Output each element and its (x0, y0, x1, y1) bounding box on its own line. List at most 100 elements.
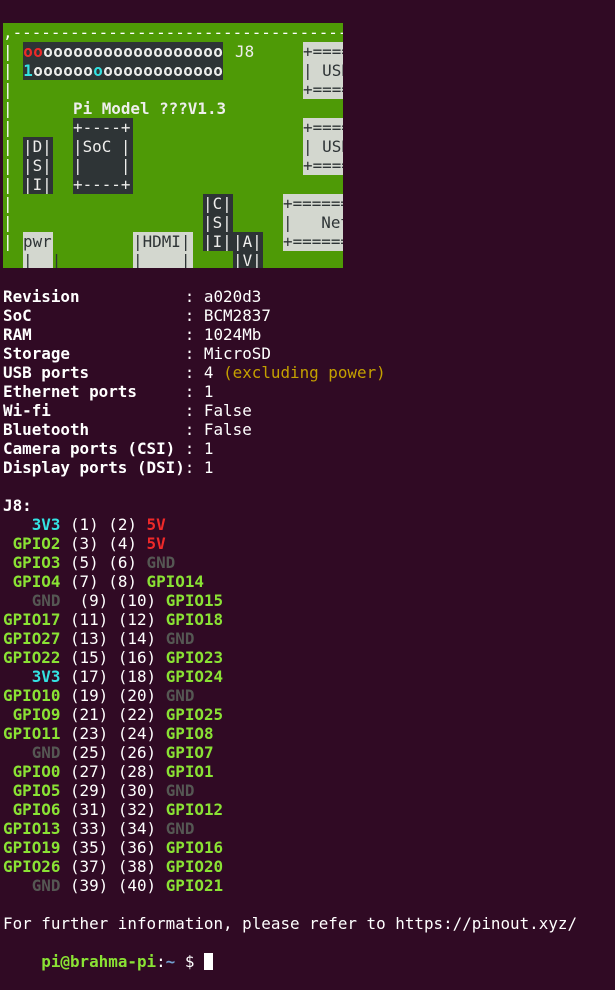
pin-spacer (108, 686, 118, 705)
info-key: Ethernet ports (3, 382, 185, 401)
pin-left-number: (31) (69, 800, 109, 819)
board-left-edge: | (3, 137, 13, 156)
pin-spacer (99, 515, 109, 534)
csi-line: |S| (203, 213, 232, 232)
pin-left-number: (25) (69, 743, 109, 762)
info-value: 1 (203, 458, 214, 477)
pin-spacer (156, 762, 166, 781)
info-value: False (203, 420, 252, 439)
header-pin: o (93, 42, 103, 61)
board-left-edge: | (3, 232, 13, 251)
pin-spacer (156, 743, 166, 762)
pin-spacer (60, 800, 70, 819)
pin-spacer (156, 724, 166, 743)
current-prompt[interactable]: pi@brahma-pi:~ $ (3, 933, 213, 971)
pin-right-name: GPIO23 (165, 648, 224, 667)
info-value: a020d3 (203, 287, 262, 306)
pin-row: GPIO11 (23) (24) GPIO8 (3, 724, 214, 743)
pin-row: GPIO19 (35) (36) GPIO16 (3, 838, 223, 857)
pin-spacer (60, 629, 70, 648)
pin-spacer (60, 553, 70, 572)
header-pin-row-bottom: 1ooooooooooooooooooo (23, 61, 223, 80)
pin-spacer (108, 667, 118, 686)
pin-left-number: (9) (69, 591, 109, 610)
info-row: Bluetooth : False (3, 420, 252, 439)
pin-left-number: (13) (69, 629, 109, 648)
pin-spacer (60, 705, 70, 724)
info-row: USB ports : 4 (excluding power) (3, 363, 386, 382)
info-row: Camera ports (CSI) : 1 (3, 439, 214, 458)
pin-spacer (99, 572, 109, 591)
power-port: pwr | | (23, 232, 61, 268)
header-pin: o (143, 42, 153, 61)
terminal-window[interactable]: pi@brahma-pi:~ $ pinout ,---------------… (0, 0, 615, 971)
info-row: SoC : BCM2837 (3, 306, 271, 325)
pin-spacer (60, 781, 70, 800)
info-separator: : (184, 325, 204, 344)
header-pin: o (183, 61, 193, 80)
pin-left-number: (11) (69, 610, 109, 629)
header-pin: o (133, 42, 143, 61)
pin-right-number: (22) (117, 705, 157, 724)
header-pin: o (213, 42, 223, 61)
pin-right-number: (4) (108, 534, 137, 553)
header-pin: o (173, 61, 183, 80)
pin-spacer (60, 515, 70, 534)
pin-spacer (156, 667, 166, 686)
pin-spacer (60, 591, 70, 610)
pin-row: GPIO9 (21) (22) GPIO25 (3, 705, 224, 724)
pin-left-name: GPIO0 (3, 762, 61, 781)
pin-spacer (60, 724, 70, 743)
info-value: 4 (203, 363, 224, 382)
pin-spacer (137, 515, 147, 534)
info-value: MicroSD (203, 344, 271, 363)
pin-right-name: GND (165, 686, 195, 705)
header-pin: o (183, 42, 193, 61)
pin-spacer (156, 629, 166, 648)
ethernet-port: +======| Net+====== (283, 194, 343, 251)
dsi-line: |D| (23, 137, 52, 156)
header-pin: o (213, 61, 223, 80)
pin-spacer (60, 876, 70, 895)
pin-row: GPIO27 (13) (14) GND (3, 629, 194, 648)
pin-spacer (156, 591, 166, 610)
pin-spacer (60, 572, 70, 591)
pin-right-number: (18) (117, 667, 157, 686)
pin-spacer (60, 743, 70, 762)
gpio-header-j8: oooooooooooooooooooo 1oooooooooooooooooo… (23, 42, 223, 80)
info-row: RAM : 1024Mb (3, 325, 261, 344)
header-pin: o (123, 42, 133, 61)
header-pin: o (153, 61, 163, 80)
header-label: J8 (235, 42, 255, 61)
pin-left-number: (29) (69, 781, 109, 800)
ethernet-line: +====== (283, 232, 343, 251)
pin-right-number: (30) (117, 781, 157, 800)
csi-line: |C| (203, 194, 232, 213)
pin-spacer (60, 857, 70, 876)
dsi-connector: |D| |S| |I| (23, 137, 53, 194)
hdmi-port: |HDMI| | | (133, 232, 193, 268)
pin-spacer (60, 610, 70, 629)
pin-right-number: (2) (108, 515, 137, 534)
info-key: Wi-fi (3, 401, 185, 420)
pin-spacer (137, 572, 147, 591)
board-left-edge: | (3, 213, 13, 232)
pin-spacer (60, 838, 70, 857)
pin-right-name: GPIO20 (165, 857, 224, 876)
pin-row: GPIO4 (7) (8) GPIO14 (3, 572, 204, 591)
usb-port-line: +==== (303, 156, 343, 175)
soc-line: +----+ (73, 118, 131, 137)
pin-left-number: (23) (69, 724, 109, 743)
pin-right-name: GPIO25 (165, 705, 224, 724)
soc-chip: +----+ |SoC | | | +----+ (73, 118, 133, 194)
pin-right-name: 5V (146, 534, 166, 553)
header-title: J8: (3, 496, 32, 515)
usb-port-line: | USB (303, 61, 343, 80)
pin-right-number: (32) (117, 800, 157, 819)
pin-left-name: GPIO26 (3, 857, 61, 876)
header-pin: o (83, 61, 93, 80)
pin-spacer (108, 857, 118, 876)
pin-row: GPIO2 (3) (4) 5V (3, 534, 166, 553)
board-left-edge: | (3, 175, 13, 194)
usb-port-line: | USB (303, 137, 343, 156)
